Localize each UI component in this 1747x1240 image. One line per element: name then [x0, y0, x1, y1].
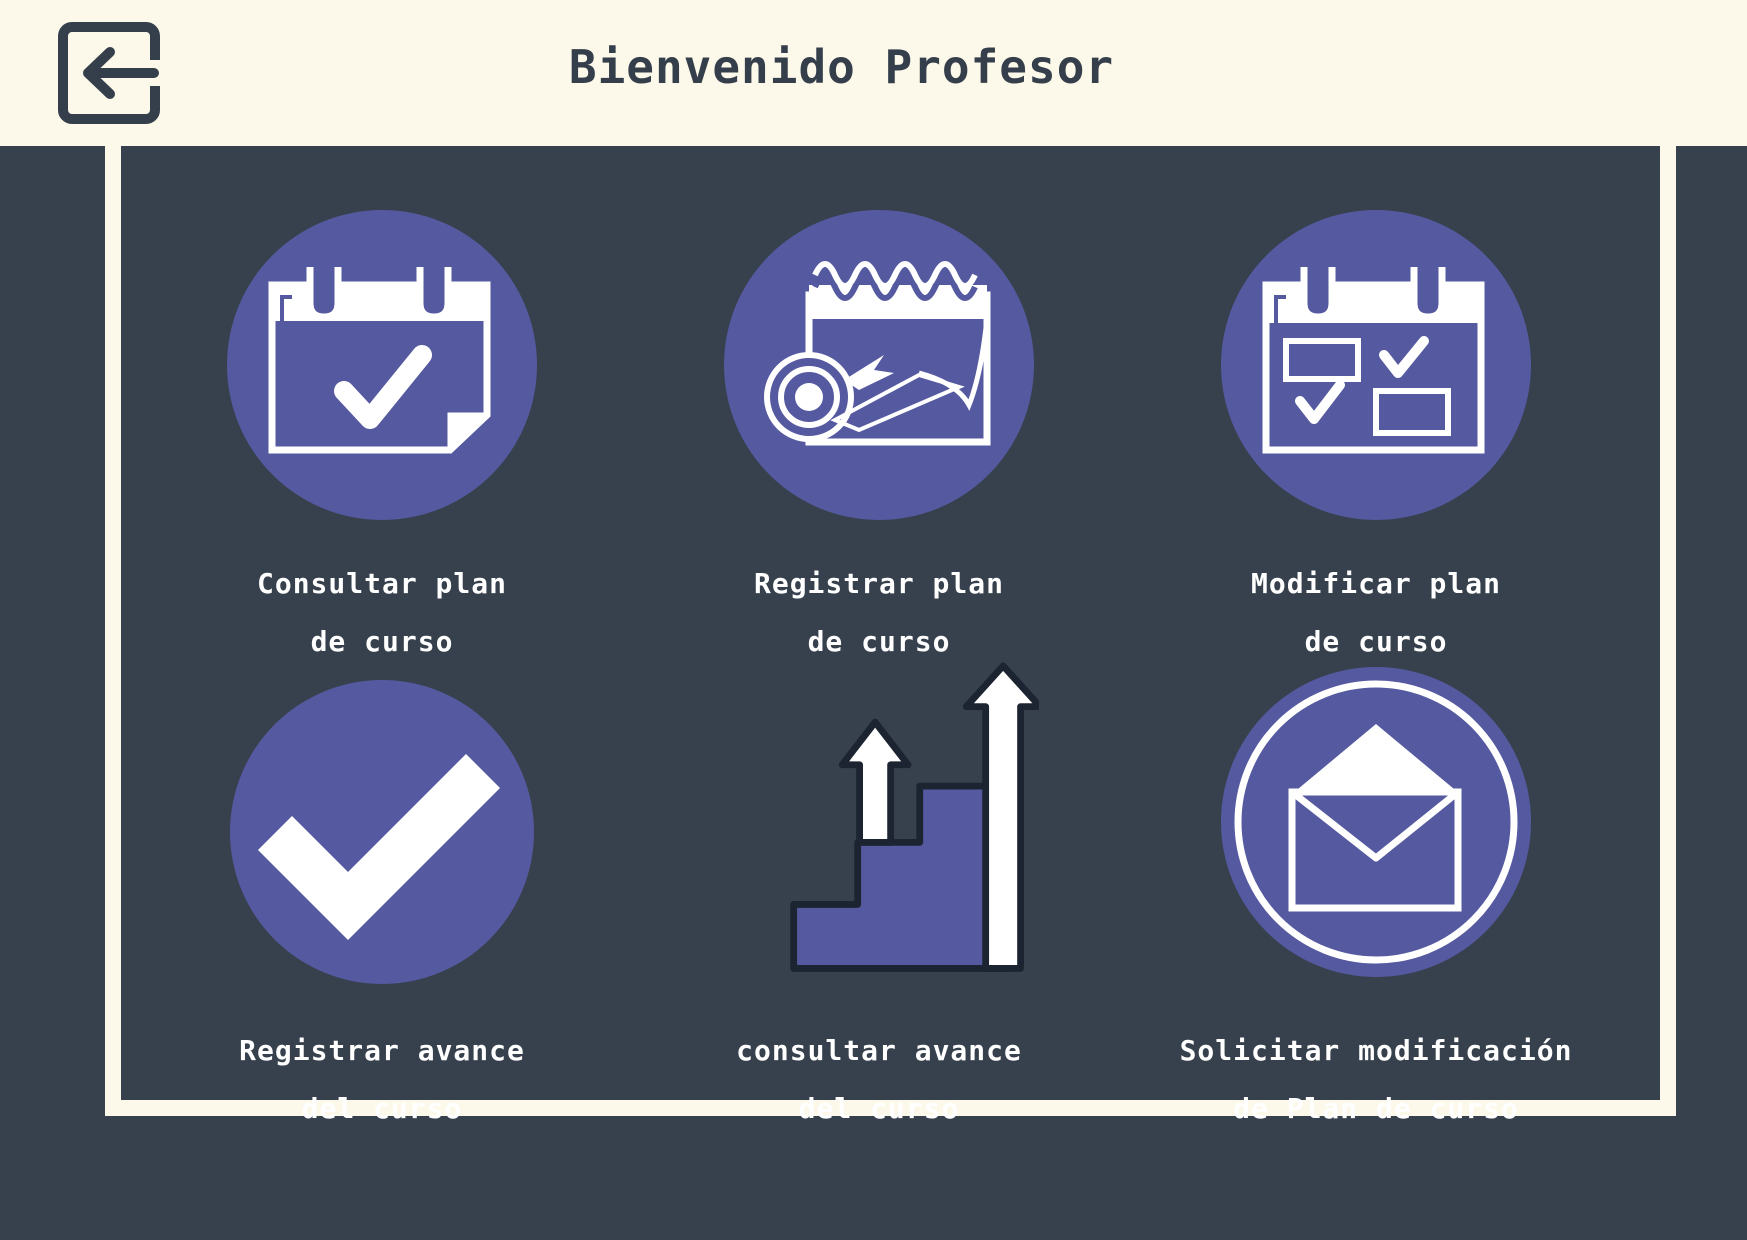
tile-consultar-avance[interactable]: consultar avance del curso	[669, 662, 1089, 1123]
tile-solicitar-modificacion[interactable]: Solicitar modificación de Plan de curso	[1166, 662, 1586, 1123]
tile-label: Consultar plan de curso	[256, 567, 507, 658]
tile-modificar-plan[interactable]: Modificar plan de curso	[1166, 205, 1586, 656]
checkmark-icon	[230, 680, 534, 984]
tile-registrar-plan[interactable]: Registrar plan de curso	[669, 205, 1089, 656]
page-title: Bienvenido Profesor	[568, 40, 1115, 94]
tile-label: Solicitar modificación de Plan de curso	[1179, 1034, 1573, 1125]
tile-label: consultar avance del curso	[736, 1034, 1022, 1125]
tile-label: Registrar avance del curso	[239, 1034, 525, 1125]
header-bar: Bienvenido Profesor	[0, 0, 1747, 146]
calendar-target-icon	[724, 210, 1034, 520]
tile-consultar-plan[interactable]: Consultar plan de curso	[172, 205, 592, 656]
envelope-icon	[1221, 667, 1531, 977]
progress-stairs-icon	[790, 662, 1039, 972]
tile-registrar-avance[interactable]: Registrar avance del curso	[172, 672, 592, 1123]
calendar-checklist-icon	[1221, 210, 1531, 520]
calendar-check-icon	[227, 210, 537, 520]
